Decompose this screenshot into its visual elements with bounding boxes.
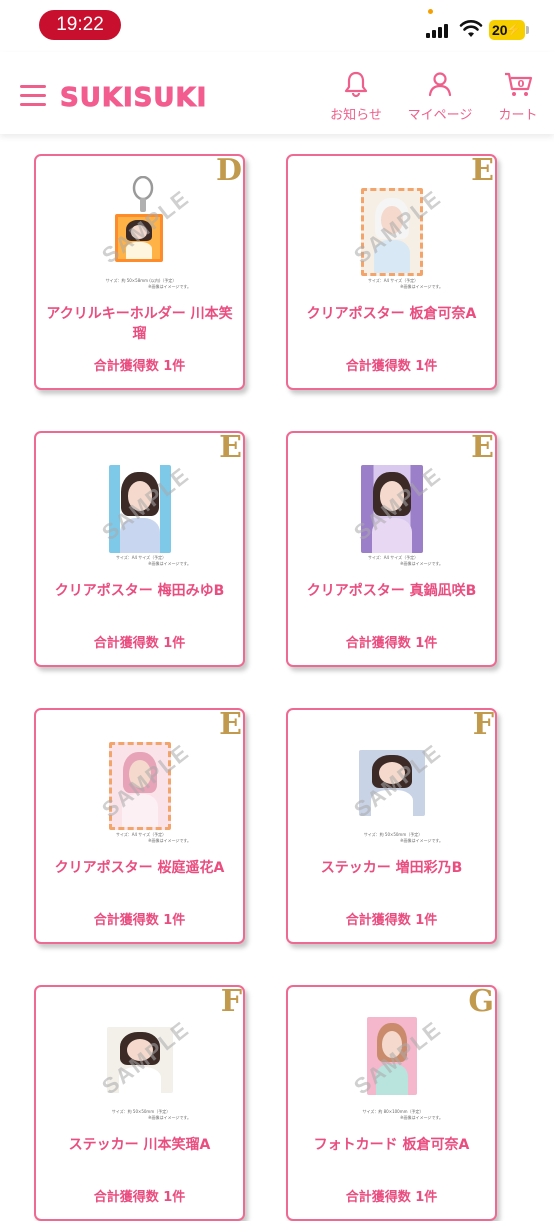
rank-letter: F [220, 984, 242, 1019]
prize-image: サイズ：約 80×100mm（予定） ※画像はイメージです。 SAMPLE [343, 1005, 446, 1120]
rank-letter: E [471, 153, 494, 188]
image-note: ※画像はイメージです。 [148, 1115, 191, 1120]
image-note: ※画像はイメージです。 [148, 838, 191, 843]
rank-letter: G [468, 984, 494, 1019]
rank-letter: D [215, 153, 242, 188]
prize-image: サイズ：約 50×58mm (以内)（予定） ※画像はイメージです。 SAMPL… [91, 174, 194, 289]
prize-card[interactable]: E サイズ：A4 サイズ（予定） ※画像はイメージです。 SAMPLE クリアポ… [286, 431, 497, 667]
prize-card[interactable]: E サイズ：A4 サイズ（予定） ※画像はイメージです。 SAMPLE クリアポ… [34, 708, 245, 944]
prize-card[interactable]: F サイズ：約 50×50mm（予定） ※画像はイメージです。 SAMPLE ス… [286, 708, 497, 944]
app-header: SUKISUKI お知らせ マイページ 0 カート [0, 52, 554, 134]
prize-count: 合計獲得数 1件 [345, 636, 438, 651]
prize-card[interactable]: E サイズ：A4 サイズ（予定） ※画像はイメージです。 SAMPLE クリアポ… [34, 431, 245, 667]
rank-letter: E [471, 430, 494, 465]
prize-image: サイズ：A4 サイズ（予定） ※画像はイメージです。 SAMPLE [91, 728, 194, 843]
prize-card[interactable]: E サイズ：A4 サイズ（予定） ※画像はイメージです。 SAMPLE クリアポ… [286, 154, 497, 390]
nav-cart[interactable]: 0 カート [494, 70, 542, 123]
image-note: ※画像はイメージです。 [400, 561, 443, 566]
prize-card[interactable]: D サイズ：約 50×58mm (以内)（予定） ※画像はイメージです。 SAM… [34, 154, 245, 390]
bell-icon [344, 71, 368, 98]
image-note: ※画像はイメージです。 [148, 284, 191, 289]
prize-title: クリアポスター 桜庭遥花A [54, 860, 225, 876]
prize-title: アクリルキーホルダー 川本笑瑠 [46, 306, 233, 342]
status-time: 19:22 [39, 10, 121, 40]
site-logo[interactable]: SUKISUKI [59, 81, 207, 115]
battery-indicator: 20 ⚡ [489, 20, 529, 40]
photocard-photo [367, 1017, 417, 1095]
keychain-photo [115, 214, 163, 262]
rank-letter: F [472, 707, 494, 742]
nav-mypage-label: マイページ [407, 108, 473, 123]
sticker-photo [107, 1027, 173, 1093]
privacy-indicator-dot [428, 9, 433, 14]
wifi-icon [459, 20, 483, 37]
rank-letter: E [219, 707, 242, 742]
nav-notifications[interactable]: お知らせ [326, 70, 386, 123]
keyring-icon [132, 176, 154, 212]
prize-title: ステッカー 増田彩乃B [320, 860, 463, 876]
prize-image: サイズ：A4 サイズ（予定） ※画像はイメージです。 SAMPLE [91, 451, 194, 566]
prize-count: 合計獲得数 1件 [93, 636, 186, 651]
poster-photo [361, 188, 423, 276]
sticker-photo [359, 750, 425, 816]
nav-cart-label: カート [498, 108, 538, 123]
image-note: ※画像はイメージです。 [400, 1115, 443, 1120]
poster-photo [109, 742, 171, 830]
prize-count: 合計獲得数 1件 [93, 1190, 186, 1205]
prize-title: クリアポスター 真鍋凪咲B [306, 583, 477, 599]
prize-count: 合計獲得数 1件 [93, 359, 186, 374]
status-bar: 19:22 20 ⚡ [0, 0, 554, 52]
prize-title: フォトカード 板倉可奈A [313, 1137, 470, 1153]
prize-count: 合計獲得数 1件 [93, 913, 186, 928]
nav-notifications-label: お知らせ [330, 108, 382, 123]
prize-count: 合計獲得数 1件 [345, 359, 438, 374]
prize-image: サイズ：A4 サイズ（予定） ※画像はイメージです。 SAMPLE [343, 451, 446, 566]
prize-count: 合計獲得数 1件 [345, 1190, 438, 1205]
cellular-signal-icon [426, 22, 450, 38]
poster-photo [361, 465, 423, 553]
prize-title: クリアポスター 梅田みゆB [54, 583, 225, 599]
person-icon [428, 72, 452, 97]
poster-photo [109, 465, 171, 553]
image-note: ※画像はイメージです。 [148, 561, 191, 566]
image-note: ※画像はイメージです。 [400, 838, 443, 843]
prize-image: サイズ：約 50×50mm（予定） ※画像はイメージです。 SAMPLE [343, 728, 446, 843]
nav-mypage[interactable]: マイページ [402, 70, 478, 123]
cart-icon: 0 [505, 72, 533, 96]
image-note: ※画像はイメージです。 [400, 284, 443, 289]
prize-image: サイズ：A4 サイズ（予定） ※画像はイメージです。 SAMPLE [343, 174, 446, 289]
hamburger-menu-icon[interactable] [20, 85, 46, 107]
prize-title: ステッカー 川本笑瑠A [68, 1137, 211, 1153]
prize-card[interactable]: F サイズ：約 50×50mm（予定） ※画像はイメージです。 SAMPLE ス… [34, 985, 245, 1221]
charging-bolt-icon: ⚡ [505, 22, 522, 37]
cart-count: 0 [518, 79, 525, 90]
prize-title: クリアポスター 板倉可奈A [306, 306, 477, 322]
prize-image: サイズ：約 50×50mm（予定） ※画像はイメージです。 SAMPLE [91, 1005, 194, 1120]
prize-count: 合計獲得数 1件 [345, 913, 438, 928]
prize-card[interactable]: G サイズ：約 80×100mm（予定） ※画像はイメージです。 SAMPLE … [286, 985, 497, 1221]
rank-letter: E [219, 430, 242, 465]
